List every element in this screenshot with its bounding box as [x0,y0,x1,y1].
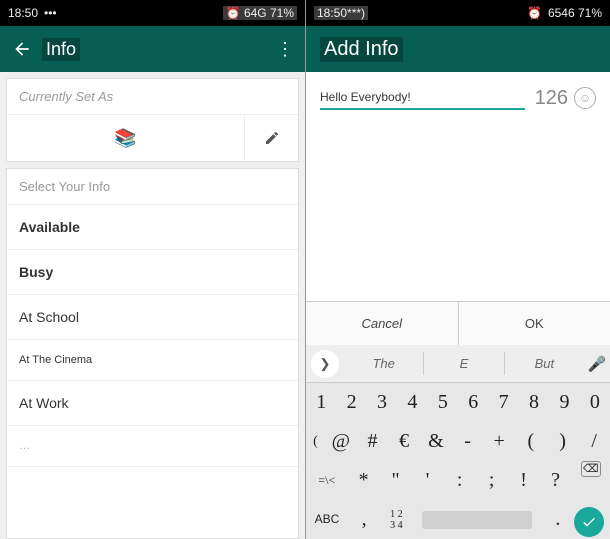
enter-key[interactable] [574,507,604,537]
key[interactable]: ! [508,461,540,500]
key[interactable]: 4 [397,383,427,422]
current-section: Currently Set As 📚 [6,78,299,162]
key[interactable]: 5 [428,383,458,422]
keyboard: ❯ The E But 🎤 1 2 3 4 5 6 7 8 9 0 ( @ [306,345,610,539]
ok-button[interactable]: OK [459,302,610,345]
suggestion[interactable]: But [505,352,584,375]
key[interactable]: " [380,461,412,500]
back-arrow-icon[interactable] [12,39,32,59]
select-your-info-label: Select Your Info [7,169,298,205]
key[interactable]: : [444,461,476,500]
edit-button[interactable] [244,115,298,161]
key[interactable]: , [348,500,380,539]
status-bar-right: 18:50***) ⏰ 6546 71% [306,0,610,26]
key[interactable]: + [483,422,515,461]
status-dots: ••• [44,6,57,20]
list-item[interactable]: At School [7,295,298,340]
key[interactable]: 9 [549,383,579,422]
list-item[interactable]: Busy [7,250,298,295]
key[interactable]: & [420,422,452,461]
list-item[interactable]: Available [7,205,298,250]
key[interactable]: € [388,422,420,461]
key[interactable]: 7 [488,383,518,422]
key[interactable]: ? [540,461,572,500]
cancel-button[interactable]: Cancel [306,302,459,345]
alarm-icon: ⏰ [226,6,241,20]
key[interactable]: * [348,461,380,500]
key[interactable]: - [452,422,484,461]
char-counter: 126 [535,87,568,110]
key[interactable]: . [542,500,574,539]
key[interactable]: 3 [367,383,397,422]
status-net: 64G 71% [244,6,294,20]
key[interactable]: ) [547,422,579,461]
key[interactable]: ; [476,461,508,500]
page-title: Info [42,38,80,61]
key[interactable]: =\< [306,461,348,500]
alarm-icon: ⏰ [527,6,542,20]
status-net: 6546 71% [548,6,602,20]
page-title: Add Info [320,37,403,62]
key[interactable]: 0 [580,383,610,422]
emoji-icon[interactable]: ☺ [574,87,596,109]
check-icon [581,514,597,530]
key[interactable]: @ [325,422,357,461]
list-item[interactable]: … [7,426,298,467]
backspace-key[interactable]: ⌫ [572,461,610,500]
key[interactable]: ( [306,422,325,461]
info-input[interactable] [320,86,525,110]
pencil-icon [264,130,280,146]
list-item[interactable]: At The Cinema [7,340,298,381]
key[interactable]: # [357,422,389,461]
current-status-emoji: 📚 [7,115,244,161]
menu-dots-icon[interactable]: ⋮ [276,39,293,60]
key[interactable]: 8 [519,383,549,422]
space-key[interactable] [413,500,542,539]
chevron-right-icon[interactable]: ❯ [311,350,339,378]
mic-icon[interactable]: 🎤 [584,355,610,373]
suggestion[interactable]: E [424,352,504,375]
header-left: Info ⋮ [0,26,305,72]
key[interactable]: 1 [306,383,336,422]
status-bar-left: 18:50 ••• ⏰ 64G 71% [0,0,305,26]
num-switch-key[interactable]: 1 23 4 [380,500,412,539]
select-info-section: Select Your Info Available Busy At Schoo… [6,168,299,539]
suggestion[interactable]: The [344,352,424,375]
key[interactable]: 2 [336,383,366,422]
status-time: 18:50 [8,6,38,20]
currently-set-as-label: Currently Set As [7,79,298,115]
abc-key[interactable]: ABC [306,500,348,539]
header-right: Add Info [306,26,610,72]
key[interactable]: 6 [458,383,488,422]
key[interactable]: ' [412,461,444,500]
status-time: 18:50***) [314,6,368,20]
key[interactable]: ( [515,422,547,461]
list-item[interactable]: At Work [7,381,298,426]
